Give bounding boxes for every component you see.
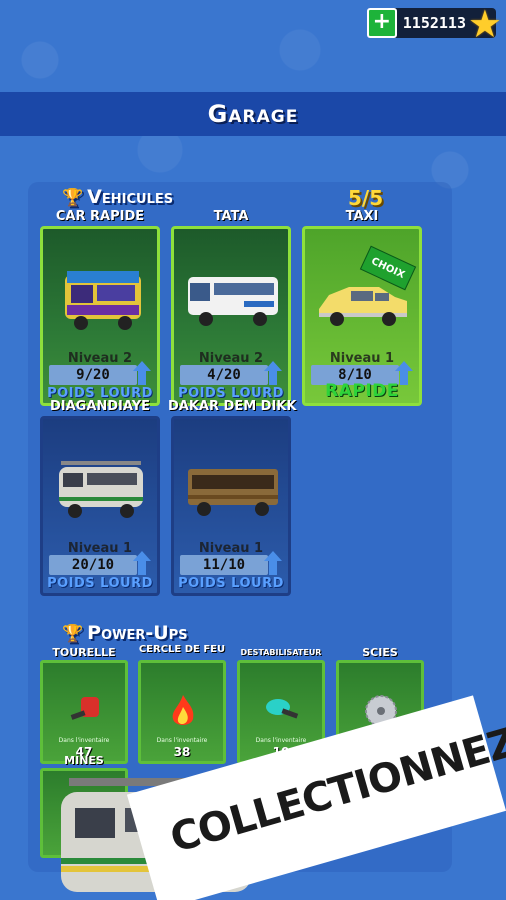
currency-amount: 1152113	[402, 14, 466, 32]
upgrade-arrow-icon[interactable]	[264, 361, 282, 385]
trophy-icon: 🏆	[62, 188, 84, 208]
destabilizer-icon	[266, 699, 299, 719]
car-rapide-image	[65, 271, 141, 330]
vehicle-card-tata[interactable]: TATA Niveau 2 4/20 POIDS LOURD	[171, 209, 291, 406]
powerup-name: SCIES	[362, 646, 398, 659]
page-title: Garage	[0, 92, 506, 136]
vehicle-name: TATA	[213, 209, 249, 224]
powerups-section-text: Power-Ups	[87, 622, 188, 644]
vehicle-card-dakar-dem-dikk[interactable]: DAKAR DEM DIKK Niveau 1 11/10 POIDS LOUR…	[168, 399, 296, 596]
turret-icon	[70, 697, 99, 720]
currency-display: + 1152113 ★	[366, 2, 502, 46]
vehicle-progress: 11/10	[180, 555, 268, 575]
vehicle-name: DAKAR DEM DIKK	[168, 399, 297, 414]
powerup-name: DESTABILISATEUR	[240, 648, 322, 657]
vehicles-count: 5/5	[348, 186, 384, 210]
powerup-name: CERCLE DE FEU	[138, 644, 226, 655]
vehicle-progress: 4/20	[180, 365, 268, 385]
inventory-label: Dans l'inventaire	[156, 737, 208, 744]
vehicle-tag: POIDS LOURD	[47, 576, 153, 591]
powerup-count: 38	[173, 745, 191, 759]
taxi-image	[319, 287, 407, 326]
powerup-name: MINES	[64, 754, 104, 767]
upgrade-arrow-icon[interactable]	[133, 551, 151, 575]
upgrade-arrow-icon[interactable]	[133, 361, 151, 385]
vehicle-progress: 9/20	[49, 365, 137, 385]
fire-icon	[172, 695, 194, 725]
vehicle-card-car-rapide[interactable]: CAR RAPIDE Niveau 2 9/20 POIDS LOURD	[40, 209, 160, 406]
upgrade-arrow-icon[interactable]	[264, 551, 282, 575]
powerup-name: TOURELLE	[52, 646, 116, 659]
add-currency-button[interactable]: +	[366, 8, 397, 38]
vehicle-tag: POIDS LOURD	[178, 576, 284, 591]
dakar-dem-dikk-image	[188, 469, 278, 516]
powerups-section-label: 🏆 Power-Ups	[62, 622, 188, 644]
tata-bus-image	[188, 277, 278, 326]
vehicle-tag: RAPIDE	[325, 381, 399, 401]
vehicle-card-diagandiaye[interactable]: DIAGANDIAYE Niveau 1 20/10 POIDS LOURD	[40, 399, 160, 596]
trophy-icon: 🏆	[62, 624, 84, 644]
vehicle-card-taxi[interactable]: TAXI CHOIX Niveau 1 8/10 RAPIDE	[302, 209, 422, 406]
vehicles-section-label: 🏆 Vehicules	[62, 186, 173, 208]
powerup-card-tourelle[interactable]: TOURELLE Dans l'inventaire 47	[40, 647, 128, 764]
diagandiaye-image	[59, 461, 143, 518]
vehicle-name: TAXI	[345, 209, 379, 224]
vehicle-name: CAR RAPIDE	[55, 209, 145, 224]
inventory-label: Dans l'inventaire	[58, 737, 110, 744]
powerup-card-cercle-de-feu[interactable]: CERCLE DE FEU Dans l'inventaire 38	[138, 645, 226, 764]
vehicle-name: DIAGANDIAYE	[49, 399, 151, 414]
vehicles-section-text: Vehicules	[87, 186, 174, 208]
star-icon: ★	[467, 2, 502, 46]
vehicle-progress: 20/10	[49, 555, 137, 575]
